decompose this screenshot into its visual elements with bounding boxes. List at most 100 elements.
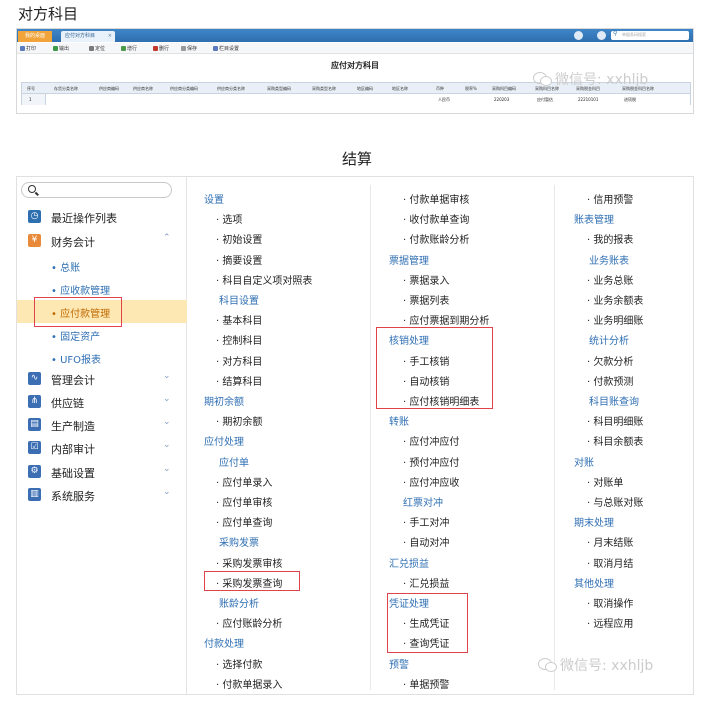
menu-item[interactable]: · 科目自定义项对照表 <box>216 272 312 287</box>
menu-item[interactable]: · 与总账对账 <box>587 494 643 509</box>
menu-item[interactable]: · 远程应用 <box>587 615 633 630</box>
menu-item[interactable]: · 信用预警 <box>587 191 633 206</box>
column-header[interactable]: 供应商分类名称 <box>217 86 245 92</box>
menu-item[interactable]: · 欠款分析 <box>587 353 633 368</box>
menu-item[interactable]: · 付款账龄分析 <box>403 231 469 246</box>
globe-icon[interactable] <box>574 31 583 40</box>
menu-item[interactable]: · 付款预测 <box>587 373 633 388</box>
sidebar-item[interactable]: ⋔ 供应链 ⌄ <box>17 391 187 414</box>
sidebar-subitem[interactable]: • UFO报表 <box>17 346 187 369</box>
chevron-down-icon[interactable]: ⌄ <box>163 417 171 427</box>
column-header[interactable]: 存货分类名称 <box>54 86 78 92</box>
menu-item[interactable]: · 票据列表 <box>403 292 449 307</box>
help-icon[interactable] <box>597 31 606 40</box>
add-row-button[interactable]: 增行 <box>121 45 137 52</box>
menu-group-header[interactable]: 应付处理 <box>204 433 244 448</box>
menu-group-header[interactable]: 期初余额 <box>204 393 244 408</box>
sidebar-item[interactable]: ⚙ 基础设置 ⌄ <box>17 461 187 484</box>
sidebar-item[interactable]: ☑ 内部审计 ⌄ <box>17 437 187 460</box>
menu-item[interactable]: · 对方科目 <box>216 353 262 368</box>
menu-item[interactable]: · 应付单录入 <box>216 474 272 489</box>
column-header[interactable]: 采购科目编码 <box>492 86 516 92</box>
menu-group-header[interactable]: 账表管理 <box>574 211 614 226</box>
column-header[interactable]: 供应商分类编码 <box>170 86 198 92</box>
sidebar-item[interactable]: ▥ 系统服务 ⌄ <box>17 484 187 507</box>
delete-row-button[interactable]: 删行 <box>153 45 169 52</box>
menu-item[interactable]: · 业务明细账 <box>587 312 643 327</box>
menu-item[interactable]: · 自动对冲 <box>403 534 449 549</box>
chevron-down-icon[interactable]: ⌄ <box>163 371 171 381</box>
menu-group-header[interactable]: 其他处理 <box>574 575 614 590</box>
menu-item[interactable]: · 科目余额表 <box>587 433 643 448</box>
menu-group-header[interactable]: 转账 <box>389 413 409 428</box>
menu-item[interactable]: · 应付冲应付 <box>403 433 459 448</box>
chevron-down-icon[interactable]: ⌄ <box>163 440 171 450</box>
sidebar-item[interactable]: ◷ 最近操作列表 <box>17 206 187 229</box>
menu-item[interactable]: · 月末结账 <box>587 534 633 549</box>
export-button[interactable]: 输出 <box>53 45 69 52</box>
barcode-search-input[interactable]: ⚲ 单据条码搜索 <box>611 30 689 40</box>
column-header[interactable]: 序号 <box>27 86 35 92</box>
menu-item[interactable]: · 业务总账 <box>587 272 633 287</box>
menu-group-header[interactable]: 业务账表 <box>589 252 629 267</box>
menu-item[interactable]: · 期初余额 <box>216 413 262 428</box>
sidebar-subitem[interactable]: • 总账 <box>17 254 187 277</box>
menu-group-header[interactable]: 设置 <box>204 191 224 206</box>
locate-button[interactable]: 定位 <box>89 45 105 52</box>
menu-group-header[interactable]: 统计分析 <box>589 332 629 347</box>
menu-item[interactable]: · 对账单 <box>587 474 623 489</box>
menu-item[interactable]: · 付款单据审核 <box>403 191 469 206</box>
menu-group-header[interactable]: 期末处理 <box>574 514 614 529</box>
sidebar-item[interactable]: ¥ 财务会计 ⌃ <box>17 230 187 253</box>
column-header[interactable]: 采购类型编码 <box>267 86 291 92</box>
column-header[interactable]: 供应商名称 <box>133 86 153 92</box>
menu-item[interactable]: · 应付冲应收 <box>403 474 459 489</box>
chevron-up-icon[interactable]: ⌃ <box>163 233 171 243</box>
menu-group-header[interactable]: 科目账查询 <box>589 393 639 408</box>
column-header[interactable]: 税率% <box>465 86 477 92</box>
menu-item[interactable]: · 取消月结 <box>587 555 633 570</box>
menu-item[interactable]: · 手工对冲 <box>403 514 449 529</box>
menu-group-header[interactable]: 票据管理 <box>389 252 429 267</box>
menu-item[interactable]: · 摘要设置 <box>216 252 262 267</box>
menu-item[interactable]: · 我的报表 <box>587 231 633 246</box>
menu-group-header[interactable]: 应付单 <box>219 454 249 469</box>
menu-group-header[interactable]: 科目设置 <box>219 292 259 307</box>
print-button[interactable]: 打印 <box>20 45 36 52</box>
column-settings-button[interactable]: 栏目设置 <box>213 45 239 52</box>
menu-group-header[interactable]: 汇兑损益 <box>389 555 429 570</box>
menu-group-header[interactable]: 付款处理 <box>204 635 244 650</box>
chevron-down-icon[interactable]: ⌄ <box>163 394 171 404</box>
menu-item[interactable]: · 控制科目 <box>216 332 262 347</box>
menu-item[interactable]: · 应付单审核 <box>216 494 272 509</box>
sidebar-item[interactable]: ▤ 生产制造 ⌄ <box>17 414 187 437</box>
menu-item[interactable]: · 结算科目 <box>216 373 262 388</box>
menu-item[interactable]: · 选择付款 <box>216 656 262 671</box>
menu-item[interactable]: · 单据预警 <box>403 676 449 691</box>
menu-item[interactable]: · 业务余额表 <box>587 292 643 307</box>
menu-item[interactable]: · 采购发票审核 <box>216 555 282 570</box>
menu-item[interactable]: · 汇兑损益 <box>403 575 449 590</box>
sidebar-search-input[interactable] <box>21 182 172 198</box>
menu-item[interactable]: · 基本科目 <box>216 312 262 327</box>
chevron-down-icon[interactable]: ⌄ <box>163 464 171 474</box>
table-row[interactable]: 1 人民币 220203 应付暂估 22210101 进项税 <box>22 94 690 105</box>
sidebar-item[interactable]: ∿ 管理会计 ⌄ <box>17 368 187 391</box>
menu-item[interactable]: · 票据录入 <box>403 272 449 287</box>
menu-item[interactable]: · 预付冲应付 <box>403 454 459 469</box>
column-header[interactable]: 币种 <box>436 86 444 92</box>
column-header[interactable]: 地区名称 <box>392 86 408 92</box>
column-header[interactable]: 采购类型名称 <box>312 86 336 92</box>
menu-item[interactable]: · 科目明细账 <box>587 413 643 428</box>
menu-item[interactable]: · 收付款单查询 <box>403 211 469 226</box>
menu-group-header[interactable]: 红票对冲 <box>403 494 443 509</box>
menu-group-header[interactable]: 采购发票 <box>219 534 259 549</box>
menu-group-header[interactable]: 账龄分析 <box>219 595 259 610</box>
close-icon[interactable]: × <box>108 31 112 42</box>
menu-item[interactable]: · 应付票据到期分析 <box>403 312 489 327</box>
menu-item[interactable]: · 应付单查询 <box>216 514 272 529</box>
menu-item[interactable]: · 应付账龄分析 <box>216 615 282 630</box>
save-button[interactable]: 保存 <box>181 45 197 52</box>
menu-item[interactable]: · 初始设置 <box>216 231 262 246</box>
column-header[interactable]: 地区编码 <box>357 86 373 92</box>
